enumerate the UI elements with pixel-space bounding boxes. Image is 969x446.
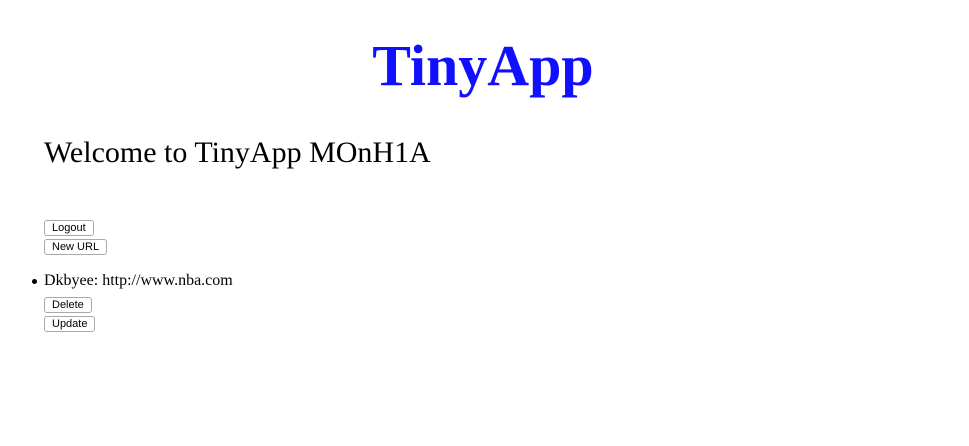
welcome-heading: Welcome to TinyApp MOnH1A — [44, 136, 431, 169]
list-item: Dkbyee: http://www.nba.com — [26, 271, 233, 291]
update-button[interactable]: Update — [44, 316, 96, 332]
url-list: Dkbyee: http://www.nba.com — [26, 271, 233, 291]
app-title: TinyApp — [372, 33, 594, 98]
short-url: Dkbyee — [44, 272, 94, 289]
url-separator: : — [93, 272, 103, 289]
long-url: http://www.nba.com — [102, 272, 233, 289]
logout-button[interactable]: Logout — [44, 220, 94, 236]
page: TinyApp Welcome to TinyApp MOnH1A Logout… — [0, 0, 969, 446]
bullet-icon — [32, 279, 37, 284]
delete-button[interactable]: Delete — [44, 297, 92, 313]
new-url-button[interactable]: New URL — [44, 239, 108, 255]
